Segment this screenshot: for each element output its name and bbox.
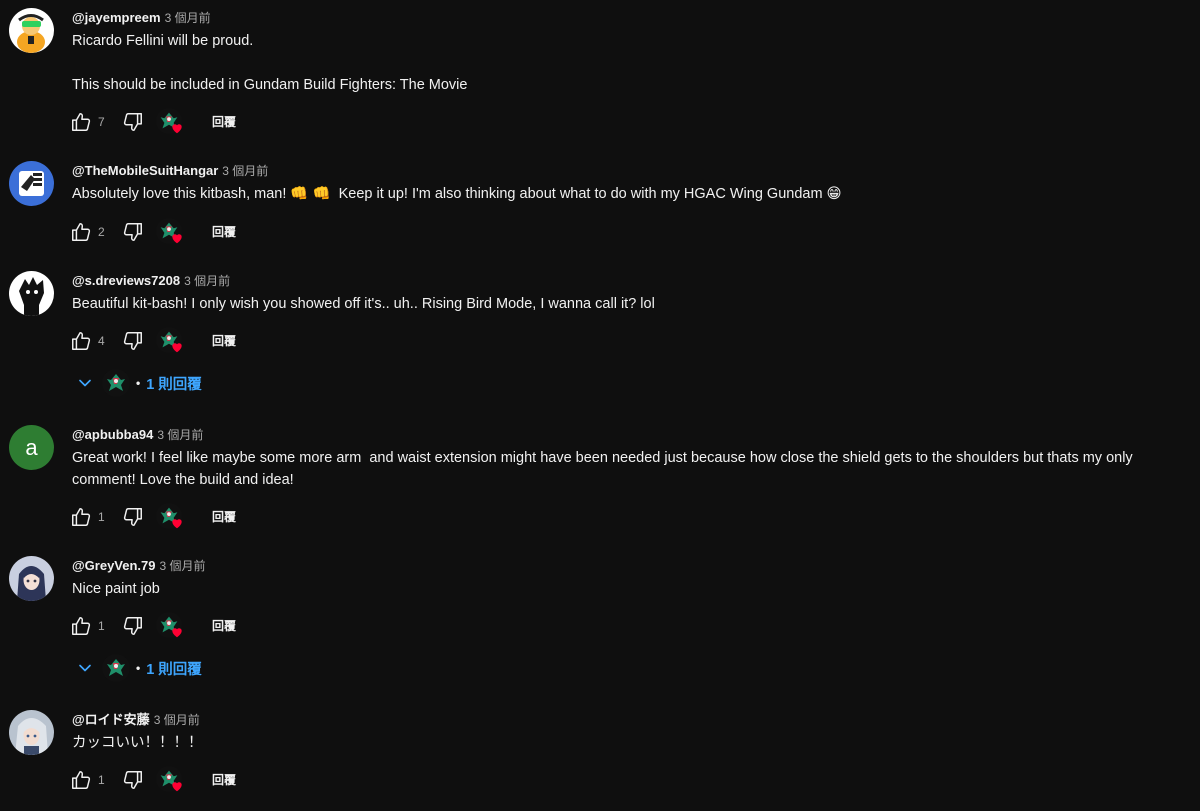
creator-avatar-icon (102, 654, 130, 682)
comment-time[interactable]: 3 個月前 (165, 11, 211, 25)
greyven-avatar-icon (9, 556, 54, 601)
creator-heart (156, 218, 186, 246)
lloyd-avatar-icon (9, 710, 54, 755)
comment-toolbar: 2 回覆 (68, 218, 240, 246)
reply-button[interactable]: 回覆 (208, 766, 240, 794)
chevron-down-icon (72, 655, 98, 681)
thumb-up-icon (70, 615, 92, 637)
thumb-up-icon (70, 506, 92, 528)
creator-heart (156, 108, 186, 136)
mobilesuithangar-avatar-icon (9, 161, 54, 206)
like-count: 7 (98, 115, 105, 129)
like-button[interactable] (68, 767, 94, 793)
comment-author[interactable]: @apbubba94 (72, 427, 153, 442)
reply-button[interactable]: 回覆 (208, 218, 240, 246)
creator-heart (156, 766, 186, 794)
dislike-button[interactable] (120, 328, 146, 354)
like-count: 1 (98, 773, 105, 787)
like-count: 2 (98, 225, 105, 239)
reply-button[interactable]: 回覆 (208, 612, 240, 640)
thumb-down-icon (122, 615, 144, 637)
creator-heart (156, 327, 186, 355)
comment-toolbar: 7 回覆 (68, 108, 240, 136)
avatar[interactable] (9, 271, 54, 316)
comment-text: カッコいい！！！！ (72, 735, 203, 751)
heart-icon (170, 516, 184, 530)
comment-toolbar: 1 回覆 (68, 612, 240, 640)
avatar-letter: a (25, 434, 38, 460)
thumb-up-icon (70, 330, 92, 352)
dislike-button[interactable] (120, 613, 146, 639)
comment-author[interactable]: @s.dreviews7208 (72, 273, 180, 288)
comment-text: Nice paint job (72, 581, 160, 597)
like-button[interactable] (68, 328, 94, 354)
comment-text: Beautiful kit-bash! I only wish you show… (72, 296, 655, 312)
avatar[interactable]: a (9, 425, 54, 470)
like-button[interactable] (68, 109, 94, 135)
thumb-down-icon (122, 769, 144, 791)
creator-avatar-icon (102, 369, 130, 397)
comment-time[interactable]: 3 個月前 (184, 274, 230, 288)
comment-author[interactable]: @jayempreem (72, 10, 161, 25)
heart-icon (170, 625, 184, 639)
thumb-up-icon (70, 769, 92, 791)
avatar[interactable] (9, 556, 54, 601)
thumb-up-icon (70, 221, 92, 243)
comment-time[interactable]: 3 個月前 (154, 713, 200, 727)
like-count: 1 (98, 619, 105, 633)
jayempreem-avatar-icon (9, 8, 54, 53)
view-replies-button[interactable]: • 1 則回覆 (72, 368, 202, 398)
heart-icon (170, 779, 184, 793)
comment-text: Great work! I feel like maybe some more … (72, 450, 1137, 488)
thumb-down-icon (122, 111, 144, 133)
comment-author[interactable]: @GreyVen.79 (72, 558, 156, 573)
heart-icon (170, 231, 184, 245)
comment-toolbar: 4 回覆 (68, 327, 240, 355)
comment-time[interactable]: 3 個月前 (157, 428, 203, 442)
like-count: 1 (98, 510, 105, 524)
avatar[interactable] (9, 161, 54, 206)
avatar[interactable] (9, 8, 54, 53)
replies-count: 1 則回覆 (146, 661, 202, 678)
view-replies-button[interactable]: • 1 則回覆 (72, 653, 202, 683)
reply-button[interactable]: 回覆 (208, 503, 240, 531)
heart-icon (170, 121, 184, 135)
chevron-down-icon (72, 370, 98, 396)
sdreviews-avatar-icon (9, 271, 54, 316)
dislike-button[interactable] (120, 767, 146, 793)
reply-button[interactable]: 回覆 (208, 108, 240, 136)
comment-time[interactable]: 3 個月前 (160, 559, 206, 573)
like-button[interactable] (68, 219, 94, 245)
like-button[interactable] (68, 613, 94, 639)
avatar[interactable] (9, 710, 54, 755)
dislike-button[interactable] (120, 219, 146, 245)
thumb-down-icon (122, 221, 144, 243)
thumb-down-icon (122, 330, 144, 352)
heart-icon (170, 340, 184, 354)
dislike-button[interactable] (120, 504, 146, 530)
comment-text: Ricardo Fellini will be proud. This shou… (72, 33, 468, 93)
comment-time[interactable]: 3 個月前 (222, 164, 268, 178)
thumb-up-icon (70, 111, 92, 133)
comment-text: Absolutely love this kitbash, man! 👊 👊 K… (72, 186, 842, 202)
like-count: 4 (98, 334, 105, 348)
comment-toolbar: 1 回覆 (68, 766, 240, 794)
reply-button[interactable]: 回覆 (208, 327, 240, 355)
comment-toolbar: 1 回覆 (68, 503, 240, 531)
thumb-down-icon (122, 506, 144, 528)
comment-author[interactable]: @TheMobileSuitHangar (72, 163, 218, 178)
like-button[interactable] (68, 504, 94, 530)
creator-heart (156, 503, 186, 531)
replies-count: 1 則回覆 (146, 376, 202, 393)
dislike-button[interactable] (120, 109, 146, 135)
creator-heart (156, 612, 186, 640)
comment-author[interactable]: @ロイド安藤 (72, 712, 150, 727)
